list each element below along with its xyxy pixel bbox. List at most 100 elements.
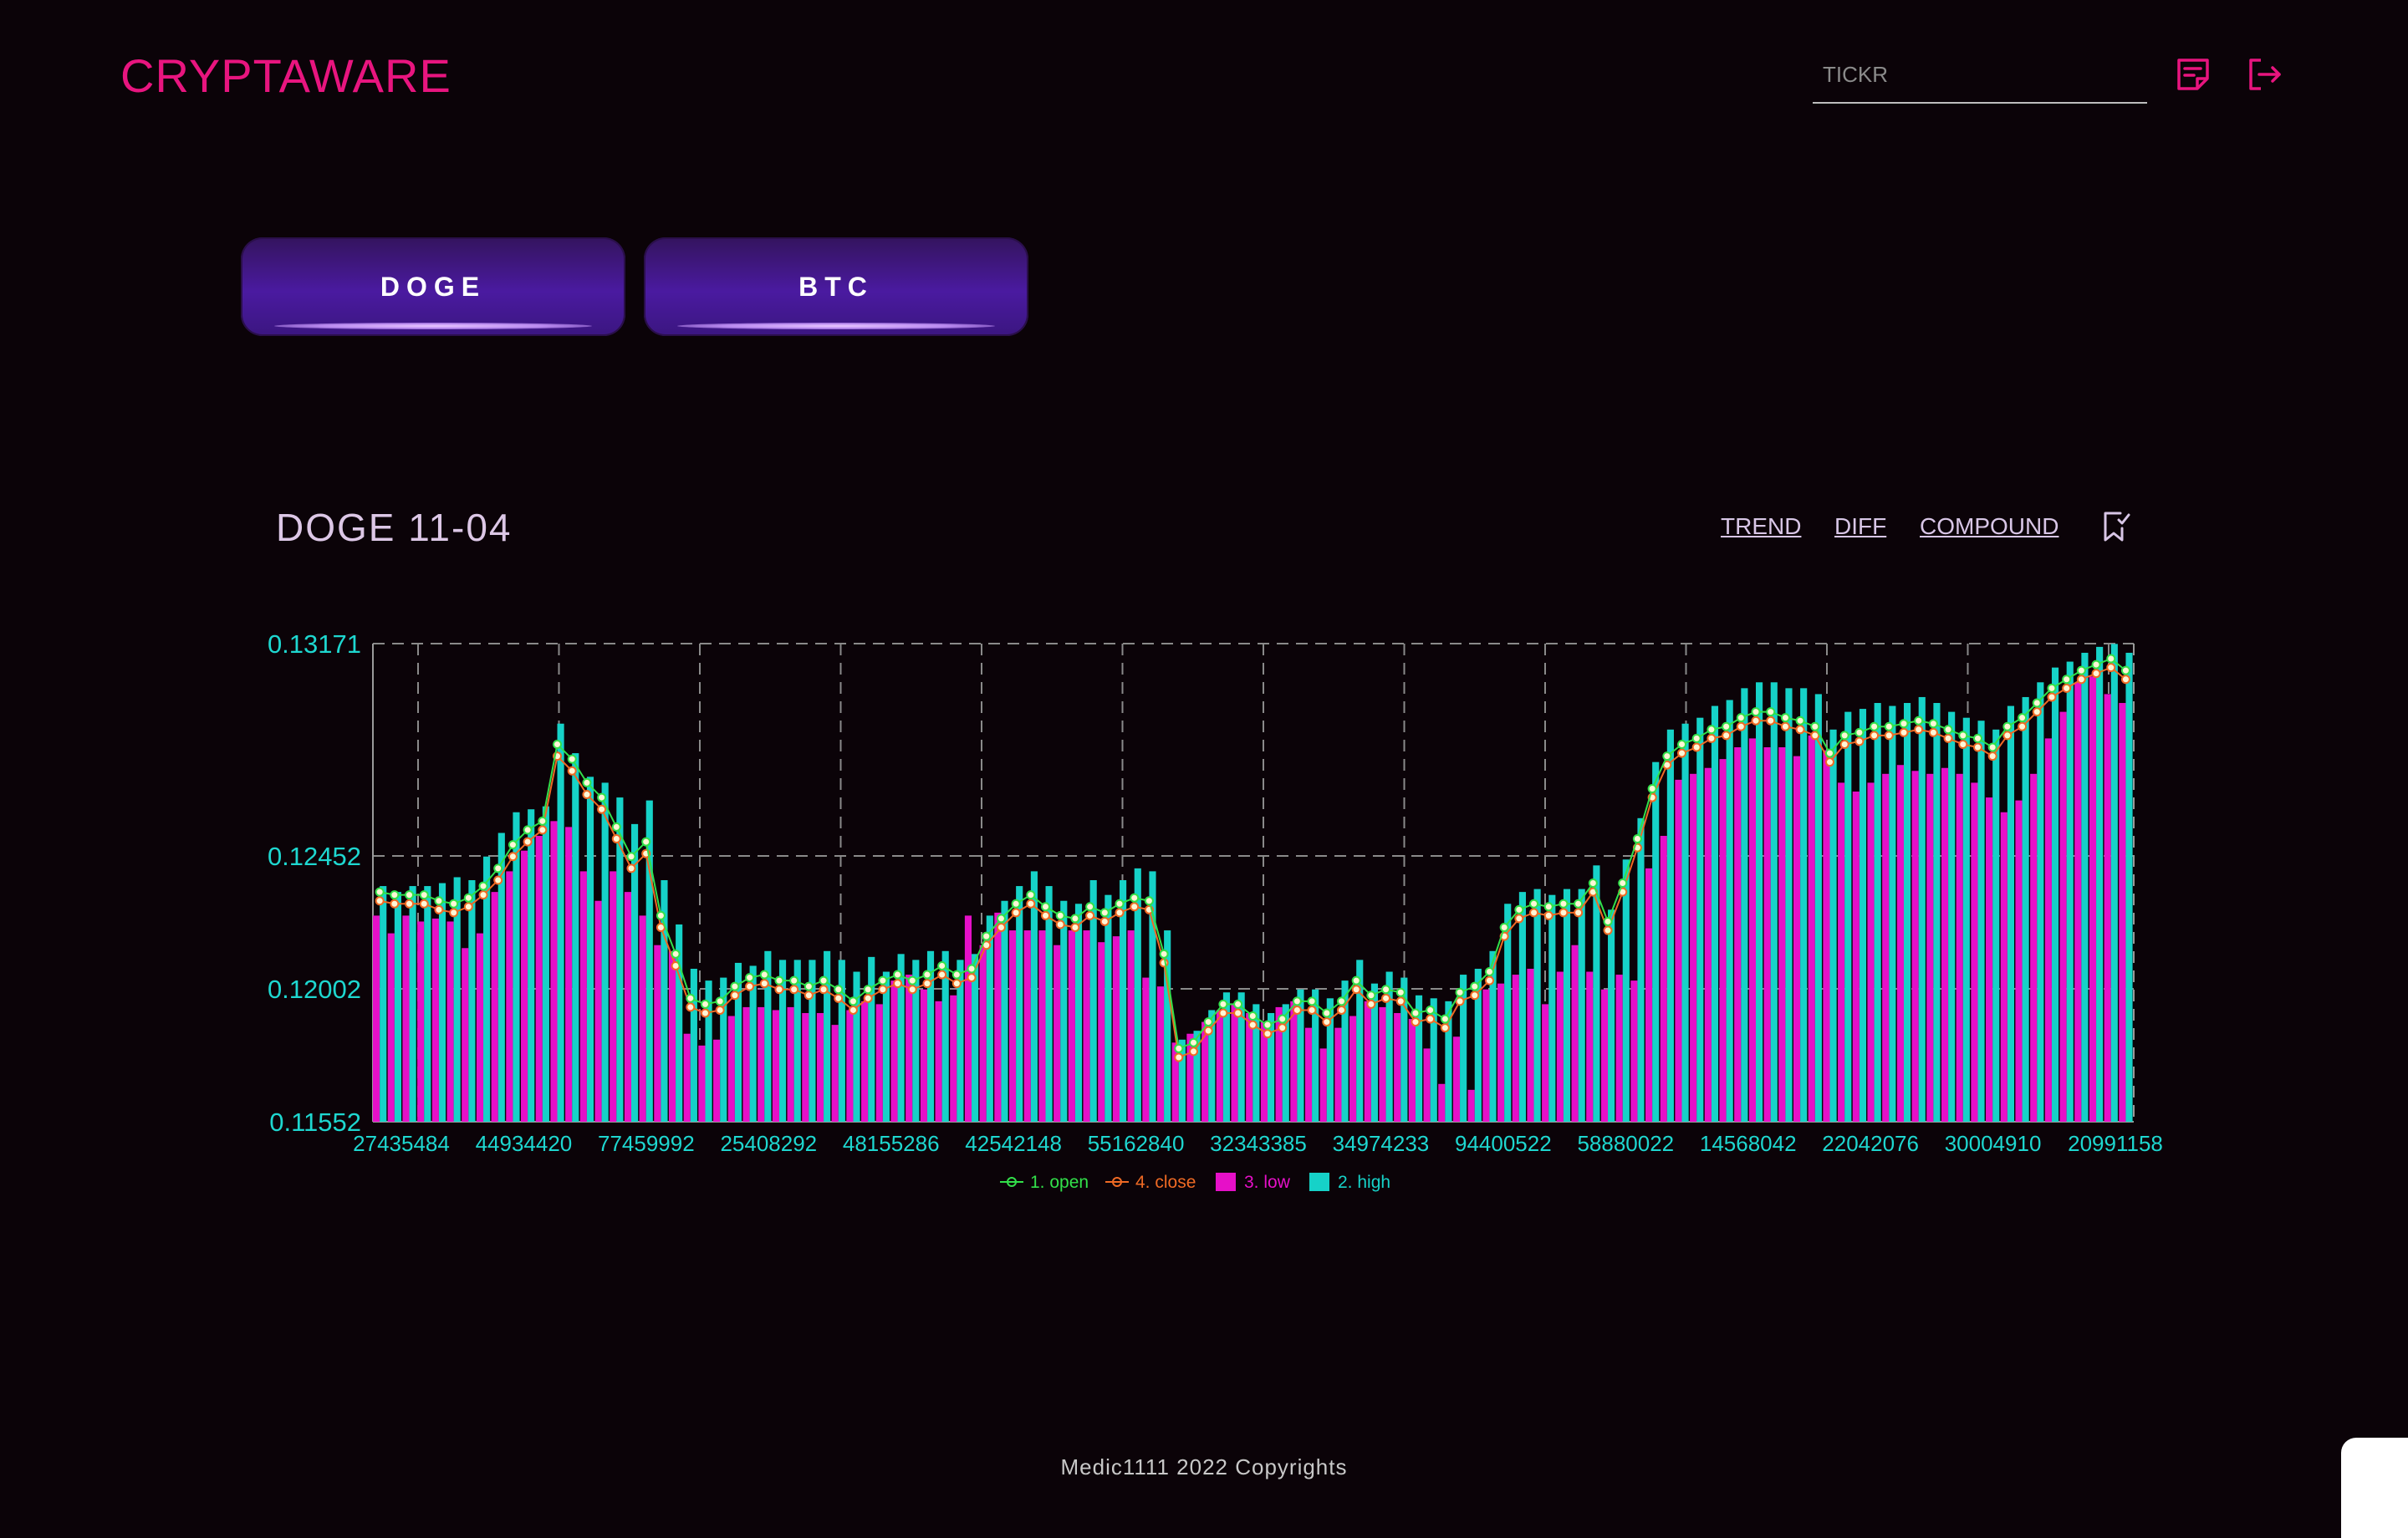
open-point [1972,733,1982,743]
close-point [863,993,873,1003]
close-point [2018,721,2028,731]
bar-low [1231,1004,1238,1122]
bar-high [1681,723,1689,1122]
close-point [1411,1017,1421,1027]
open-point [1218,999,1228,1009]
close-point [759,979,769,989]
close-point [1189,1047,1199,1057]
bar-low [1156,986,1165,1122]
bar-high [1060,900,1068,1122]
open-point [1691,733,1701,743]
open-point [1603,916,1613,926]
bar-low [431,918,439,1122]
bar-low [1423,1048,1431,1122]
close-point [2106,663,2116,673]
close-point [789,985,799,995]
bar-low [713,1039,721,1122]
bar-low [2074,682,2082,1122]
bar-high [1652,761,1660,1122]
bar-high [1859,709,1867,1122]
close-point [1514,914,1524,924]
bar-low [402,915,410,1122]
open-point [1839,731,1849,741]
corner-widget[interactable] [2341,1438,2408,1538]
bar-high [380,886,387,1122]
x-tick-label: 14568042 [1700,1131,1797,1156]
close-point [922,979,932,989]
close-point [1278,1023,1288,1033]
open-point [553,739,563,749]
bar-low [1926,773,1934,1122]
open-point [1529,899,1539,909]
open-point [1159,949,1169,959]
open-point [1247,1011,1258,1021]
bar-low [1482,989,1490,1122]
x-tick-label: 48155286 [843,1131,940,1156]
bar-low [1142,977,1150,1122]
bar-low [1290,1001,1298,1122]
bar-low [373,915,380,1122]
bar-low [476,933,484,1122]
close-point [1987,751,1997,761]
bar-high [2110,644,2118,1122]
close-point [1322,1017,1332,1027]
bar-high [1548,894,1556,1122]
x-tick-label: 77459992 [598,1131,695,1156]
bar-low [2044,738,2052,1122]
open-point [789,975,799,985]
close-point [1115,908,1125,918]
close-point [1972,742,1982,752]
open-point [1499,923,1509,933]
bar-low [1971,782,1978,1122]
bar-low [565,827,573,1122]
bar-high [1903,703,1911,1122]
bar-low [610,871,617,1122]
x-tick-label: 58880022 [1577,1131,1674,1156]
bar-low [1394,1012,1401,1122]
close-point [1751,716,1761,726]
close-point [1484,975,1494,985]
open-point [1943,725,1953,735]
close-point [1914,725,1924,735]
open-point [922,970,932,980]
close-point [1351,985,1361,995]
open-point [863,985,873,995]
legend-label: 4. close [1135,1173,1196,1192]
x-tick-label: 30004910 [1945,1131,2042,1156]
bar-high [1933,703,1941,1122]
close-point [1366,999,1376,1009]
bar-high [1696,717,1704,1122]
open-point [1899,719,1909,729]
close-point [2076,675,2086,685]
open-point [1870,721,1880,731]
open-point [1559,899,1569,909]
close-point [893,979,903,989]
open-point [2018,713,2028,723]
bar-low [1038,930,1046,1122]
bar-high [2125,652,2133,1122]
bar-low [1675,779,1682,1122]
close-point [375,896,385,906]
bar-low [1334,1027,1342,1122]
legend-item: 4. close [1105,1173,1196,1192]
open-point [1381,985,1391,995]
open-point [523,825,533,835]
bar-high [1829,729,1837,1122]
close-point [523,837,533,847]
bar-high [1977,721,1985,1122]
bar-high [1889,705,1896,1122]
y-tick-label: 0.13171 [268,629,361,659]
open-point [1707,725,1717,735]
bar-high [1844,711,1852,1122]
open-point [1662,751,1672,761]
open-point [2047,683,2057,693]
bar-high [1948,711,1956,1122]
close-point [1722,731,1732,741]
open-point [1426,1005,1436,1015]
bar-low [2015,800,2023,1122]
bar-low [1556,971,1564,1122]
open-point [434,896,444,906]
bar-high [1874,703,1881,1122]
bar-low [1986,797,1993,1122]
bar-low [920,989,927,1122]
